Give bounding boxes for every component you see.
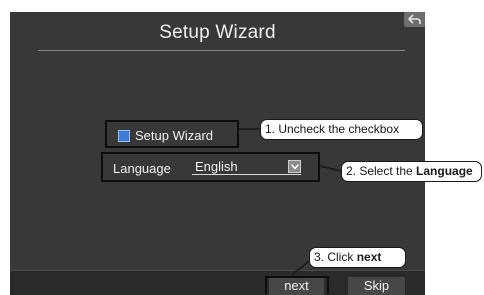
callout-step1: 1. Uncheck the checkbox (260, 119, 423, 140)
callout-step1-text: 1. Uncheck the checkbox (265, 122, 400, 136)
callout-step3-text: 3. Click (314, 250, 357, 264)
callout-step2: 2. Select the Language (341, 161, 482, 182)
callout-step2-text: 2. Select the (346, 164, 417, 178)
callout-step2-bold: Language (416, 164, 473, 178)
callout-step3-bold: next (356, 250, 382, 264)
leader-line-step3 (291, 260, 310, 276)
leader-line-step2 (319, 165, 342, 172)
callout-step3: 3. Click next (309, 247, 406, 268)
callout-leader-lines (239, 128, 342, 276)
